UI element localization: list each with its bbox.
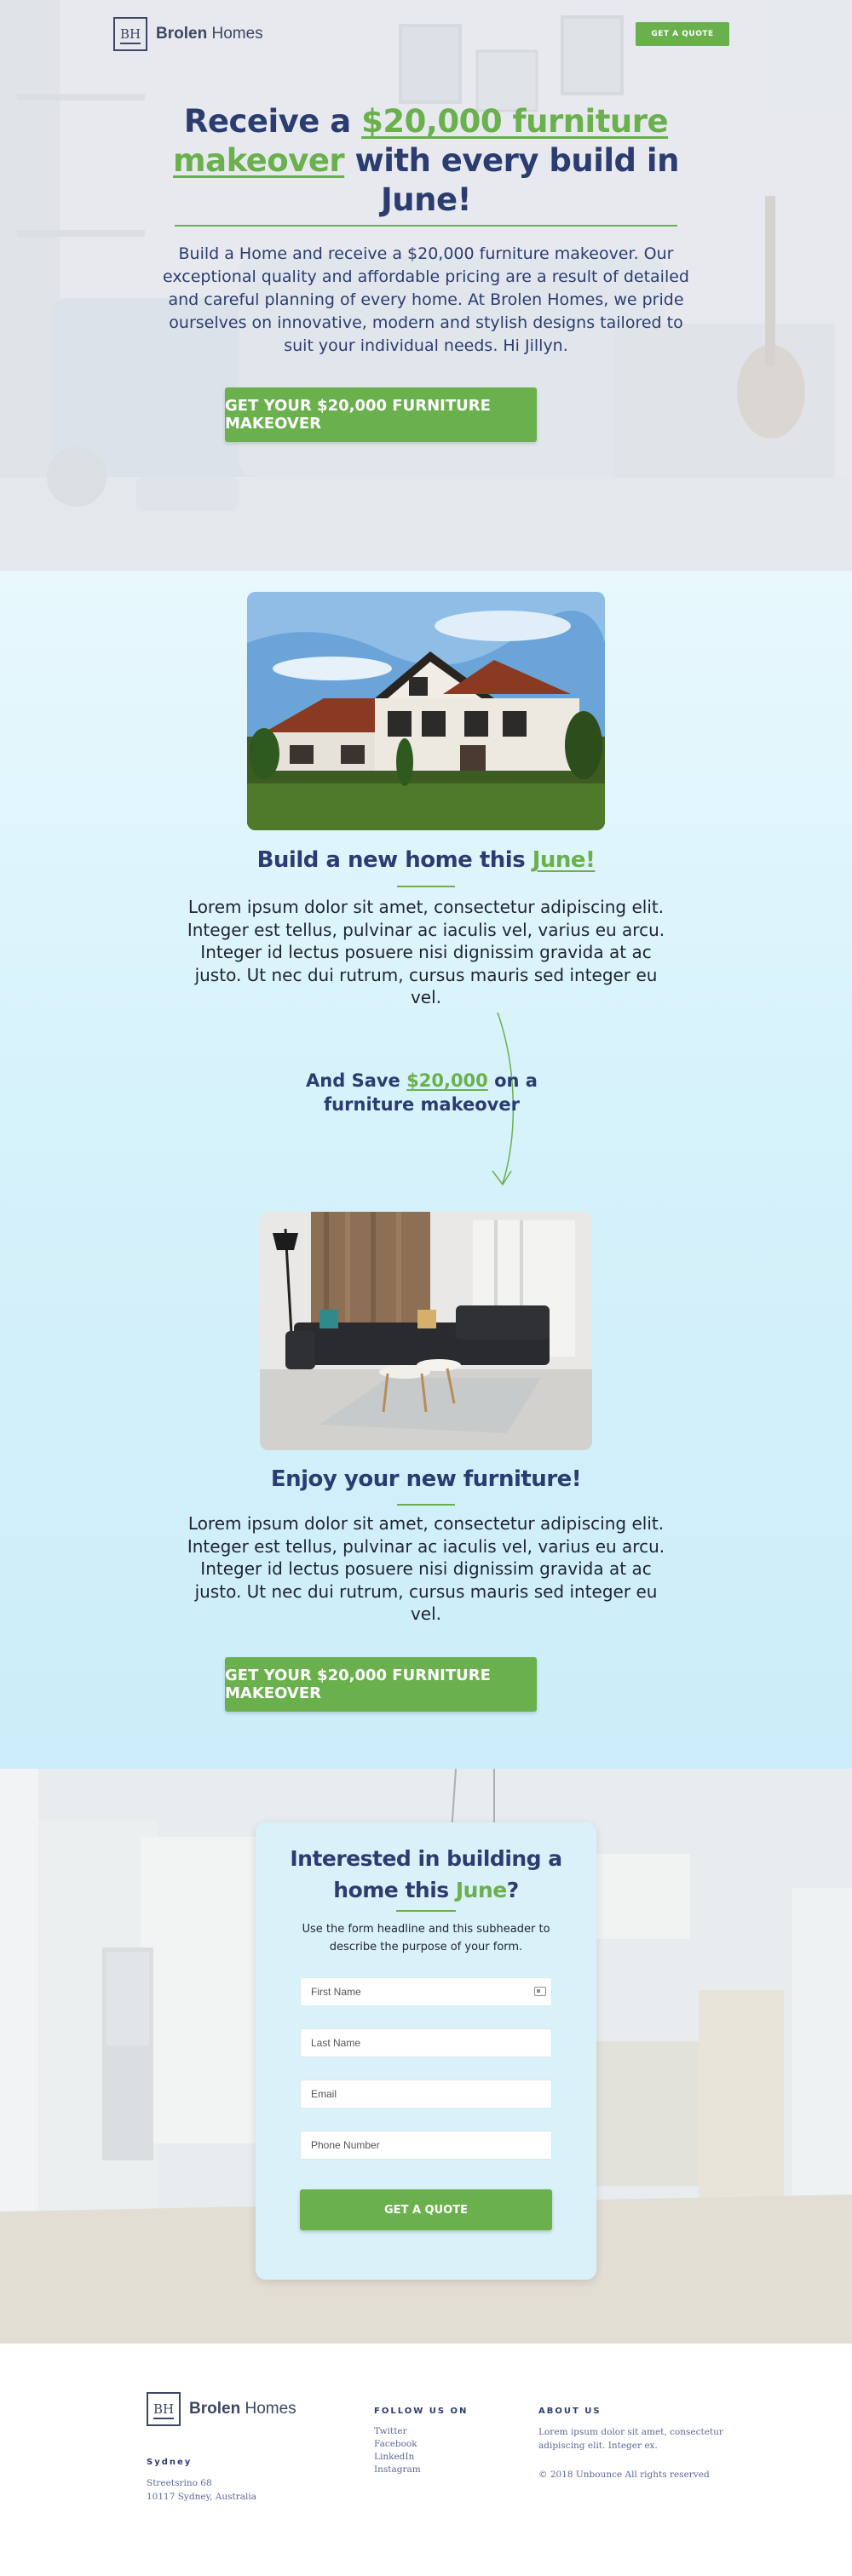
hero-divider (175, 225, 677, 227)
logo-wordmark: Brolen Homes (156, 25, 263, 43)
email-field[interactable]: Email (300, 2080, 552, 2108)
footer-logo-monogram: BH (147, 2392, 181, 2426)
form-submit-button[interactable]: GET A QUOTE (300, 2189, 552, 2230)
enjoy-heading: Enjoy your new furniture! (270, 1466, 582, 1492)
form-subtitle: Use the form headline and this subheader… (302, 1923, 550, 1954)
form-title-highlight: June (455, 1878, 507, 1902)
enjoy-divider (397, 1504, 455, 1506)
save-callout: And Save $20,000 on a furniture makeover (281, 1069, 562, 1116)
last-name-placeholder: Last Name (311, 2037, 361, 2049)
quote-form-section: Interested in building a home this June?… (0, 1769, 852, 2344)
hero-subtitle: Build a Home and receive a $20,000 furni… (162, 244, 689, 355)
form-title-post: ? (506, 1878, 520, 1902)
first-name-field[interactable]: First Name (300, 1977, 552, 2006)
logo-monogram: BH (113, 17, 147, 51)
footer-logo-word-light: Homes (240, 2400, 296, 2418)
build-heading-pre: Build a new home this (256, 847, 532, 873)
quote-form-card: Interested in building a home this June?… (256, 1822, 596, 2280)
build-heading-highlight: June! (532, 847, 596, 873)
footer-city: Sydney (147, 2458, 193, 2467)
footer-about-text: Lorem ipsum dolor sit amet, consectetur … (538, 2427, 723, 2451)
footer-about-heading: ABOUT US (538, 2407, 602, 2416)
enjoy-cta-button[interactable]: GET YOUR $20,000 FURNITURE MAKEOVER (225, 1657, 537, 1712)
footer-follow-heading: FOLLOW US ON (374, 2407, 469, 2416)
contact-card-icon[interactable] (534, 1987, 546, 1996)
hero-title-post: with every build in June! (344, 142, 680, 218)
footer-logo-word-bold: Brolen (189, 2400, 241, 2418)
form-divider (396, 1910, 456, 1912)
logo-word-light: Homes (207, 25, 263, 43)
living-room-photo (260, 1212, 592, 1450)
footer-copyright: © 2018 Unbounce All rights reserved (538, 2470, 710, 2480)
hero-cta-button[interactable]: GET YOUR $20,000 FURNITURE MAKEOVER (225, 387, 537, 442)
logo-word-bold: Brolen (156, 25, 208, 43)
footer-brand-logo[interactable]: BH Brolen Homes (147, 2392, 296, 2426)
save-amount: $20,000 (406, 1070, 488, 1091)
save-pre: And Save (306, 1070, 407, 1091)
footer-link-facebook[interactable]: Facebook (374, 2438, 417, 2451)
footer-link-linkedin[interactable]: LinkedIn (374, 2451, 414, 2464)
house-photo (247, 592, 605, 830)
hero-title-pre: Receive a (183, 103, 362, 140)
last-name-field[interactable]: Last Name (300, 2028, 552, 2057)
footer-logo-wordmark: Brolen Homes (189, 2400, 296, 2418)
footer-address-line2: 10117 Sydney, Australia (147, 2492, 256, 2502)
build-heading: Build a new home this June! (170, 847, 682, 873)
hero-section: BH Brolen Homes GET A QUOTE Receive a $2… (0, 0, 852, 571)
form-title-pre: Interested in building a home this (290, 1846, 562, 1902)
footer: BH Brolen Homes Sydney Streetsrino 68 10… (0, 2344, 852, 2576)
footer-address-line1: Streetsrino 68 (147, 2478, 212, 2488)
footer-link-instagram[interactable]: Instagram (374, 2464, 421, 2476)
hero-title: Receive a $20,000 furniture makeover wit… (145, 102, 707, 220)
first-name-placeholder: First Name (311, 1986, 361, 1998)
phone-number-field[interactable]: Phone Number (300, 2131, 552, 2160)
build-divider (397, 886, 455, 887)
enjoy-body: Lorem ipsum dolor sit amet, consectetur … (187, 1513, 665, 1624)
header-get-quote-button[interactable]: GET A QUOTE (636, 22, 729, 46)
footer-link-twitter[interactable]: Twitter (374, 2425, 407, 2438)
phone-number-placeholder: Phone Number (311, 2139, 380, 2151)
brand-logo[interactable]: BH Brolen Homes (113, 17, 263, 51)
build-body: Lorem ipsum dolor sit amet, consectetur … (187, 897, 665, 1007)
form-title: Interested in building a home this June? (273, 1843, 579, 1906)
email-placeholder: Email (311, 2088, 337, 2100)
